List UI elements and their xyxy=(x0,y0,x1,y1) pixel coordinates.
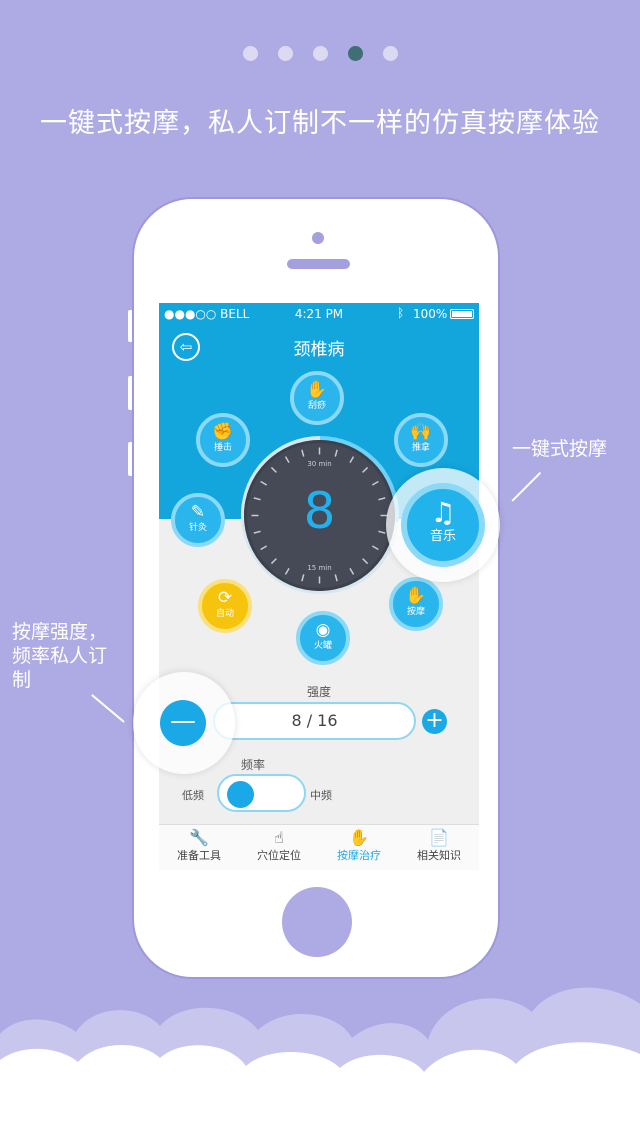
callout-custom: 按摩强度， 频率私人订 制 xyxy=(12,620,107,692)
dial-tick xyxy=(270,558,277,565)
tab-tools[interactable]: 🔧 准备工具 xyxy=(159,828,239,864)
frequency-low-label: 低频 xyxy=(182,789,204,802)
document-icon: 📄 xyxy=(429,828,449,847)
phone-camera xyxy=(312,232,324,244)
dial-tick xyxy=(270,466,277,473)
music-note-icon: ♫ xyxy=(430,496,456,529)
frequency-label: 频率 xyxy=(241,758,266,772)
tab-knowledge[interactable]: 📄 相关知识 xyxy=(399,828,479,864)
mode-huoguan-button[interactable]: ◉ 火罐 xyxy=(296,611,350,665)
strength-plus-button[interactable]: + xyxy=(422,709,447,734)
page-dot-active[interactable] xyxy=(347,46,363,61)
bluetooth-icon: ᛒ xyxy=(397,306,405,320)
dial-mark-15: 15 min xyxy=(307,564,332,572)
timer-dial[interactable]: 30 min 8 15 min xyxy=(244,440,395,591)
frequency-toggle[interactable] xyxy=(217,774,306,812)
page-dot[interactable] xyxy=(312,46,328,61)
cloud-decoration xyxy=(0,987,640,1136)
guasha-icon: ✋ xyxy=(306,380,328,400)
page-indicator xyxy=(0,46,640,65)
music-button[interactable]: ♫ 音乐 xyxy=(401,483,485,567)
callout-custom-line1: 按摩强度， xyxy=(12,621,108,643)
battery-percent: 100% xyxy=(413,307,448,321)
callout-line-right xyxy=(511,471,541,502)
mode-auto-button[interactable]: ⟳ 自动 xyxy=(198,579,252,633)
page-title: 颈椎病 xyxy=(293,340,345,360)
hand-icon: ✋ xyxy=(405,586,427,606)
auto-cycle-icon: ⟳ xyxy=(217,588,233,608)
headline: 一键式按摩，私人订制不一样的仿真按摩体验 xyxy=(40,108,600,139)
page-dot[interactable] xyxy=(277,46,293,61)
callout-line-left xyxy=(91,694,125,723)
fist-icon: ✊ xyxy=(212,422,234,442)
tab-acupoint[interactable]: ☝ 穴位定位 xyxy=(239,828,319,864)
frequency-mid-label: 中频 xyxy=(310,789,332,802)
status-bar: ●●●○○ BELL 4:21 PM ᛒ 100% xyxy=(159,303,479,325)
massage-hand-icon: ✋ xyxy=(349,828,369,847)
dial-tick xyxy=(301,574,305,582)
wrench-icon: 🔧 xyxy=(189,828,209,847)
dial-tick xyxy=(362,466,369,473)
page-dot[interactable] xyxy=(382,46,398,61)
strength-minus-button[interactable]: — xyxy=(160,700,206,746)
dial-tick xyxy=(362,558,369,565)
tab-massage-therapy[interactable]: ✋ 按摩治疗 xyxy=(319,828,399,864)
dial-tick xyxy=(371,545,379,551)
tuina-icon: 🙌 xyxy=(410,422,432,442)
page-dot[interactable] xyxy=(242,46,258,61)
mode-tuina-button[interactable]: 🙌 推拿 xyxy=(394,413,448,467)
mode-guasha-button[interactable]: ✋ 刮痧 xyxy=(290,371,344,425)
phone-speaker xyxy=(287,259,350,269)
toggle-knob xyxy=(227,781,254,808)
strength-value: 8 / 16 xyxy=(213,702,416,740)
dial-tick xyxy=(301,449,305,457)
callout-custom-line3: 制 xyxy=(12,669,32,691)
dial-tick xyxy=(260,545,268,551)
dial-tick xyxy=(334,449,338,457)
mode-chuiji-button[interactable]: ✊ 捶击 xyxy=(196,413,250,467)
tab-bar: 🔧 准备工具 ☝ 穴位定位 ✋ 按摩治疗 📄 相关知识 xyxy=(159,824,479,870)
timer-value: 8 xyxy=(303,482,336,540)
app-screen: ●●●○○ BELL 4:21 PM ᛒ 100% ⇦ 颈椎病 30 min 8… xyxy=(159,303,479,870)
cupping-icon: ◉ xyxy=(315,620,331,640)
dial-mark-30: 30 min xyxy=(307,460,332,468)
acupuncture-icon: ✎ xyxy=(190,502,206,522)
dial-tick xyxy=(334,574,338,582)
finger-point-icon: ☝ xyxy=(274,828,284,847)
battery-icon xyxy=(450,309,474,319)
callout-one-touch: 一键式按摩 xyxy=(512,438,608,460)
callout-custom-line2: 频率私人订 xyxy=(12,645,108,667)
mode-anmo-button[interactable]: ✋ 按摩 xyxy=(389,577,443,631)
mode-zhenjiu-button[interactable]: ✎ 针灸 xyxy=(171,493,225,547)
phone-home-button xyxy=(282,887,352,957)
